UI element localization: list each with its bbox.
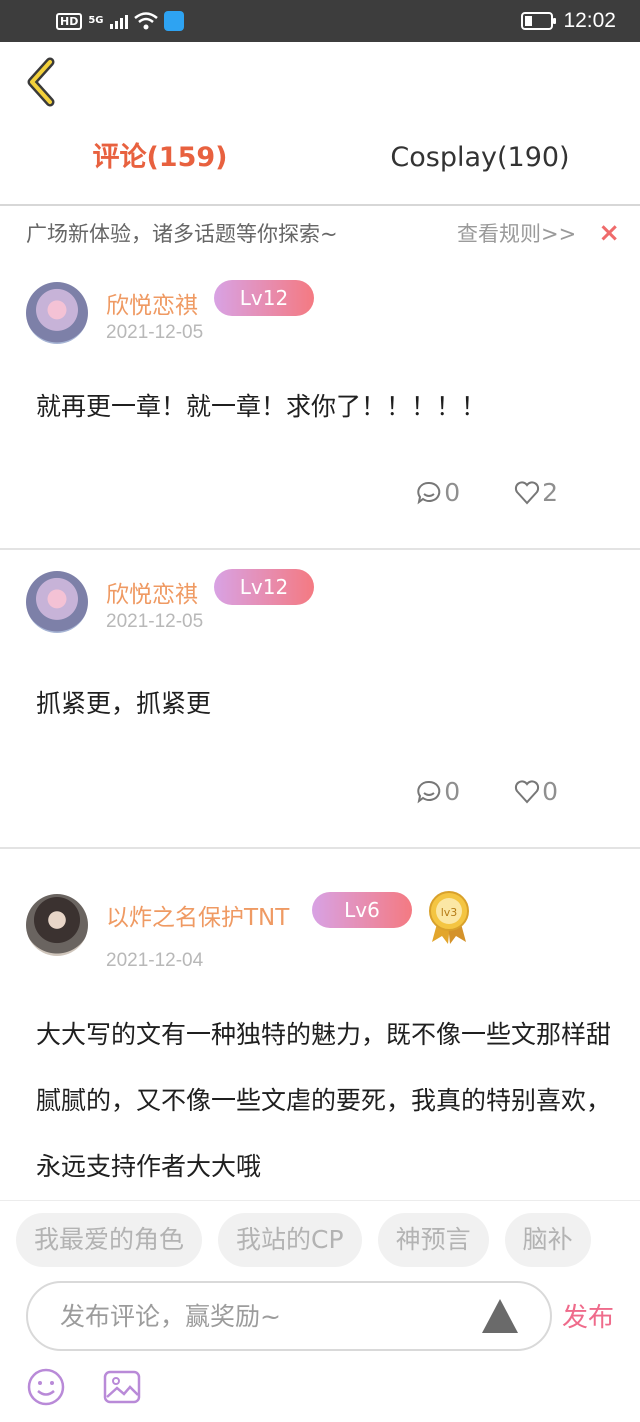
comment-text: 就再更一章！就一章！求你了！！！！！: [36, 392, 487, 421]
comment-date: 2021-12-04: [106, 950, 204, 971]
level-badge: Lv12: [214, 569, 314, 605]
topic-chip[interactable]: 我最爱的角色: [16, 1213, 203, 1267]
comment-text: 大大写的文有一种独特的魅力，既不像一些文那样甜腻腻的，又不像一些文虐的要死，我真…: [36, 1020, 612, 1181]
level-badge: Lv12: [214, 280, 314, 316]
medal-label: lv3: [441, 906, 458, 919]
comment-text: 抓紧更，抓紧更: [36, 689, 212, 718]
comment-item: 欣悦恋祺 Lv12 2021-12-05 就再更一章！就一章！求你了！！！！！ …: [0, 262, 640, 550]
network-type: 5G: [88, 15, 104, 26]
reply-button[interactable]: 0: [416, 777, 460, 806]
comment-item: 欣悦恋祺 Lv12 2021-12-05 抓紧更，抓紧更 0 0: [0, 551, 640, 849]
emoji-icon[interactable]: [26, 1367, 66, 1407]
wifi-icon: [133, 12, 158, 30]
tab-cosplay[interactable]: Cosplay(190): [320, 128, 640, 190]
topic-chip[interactable]: 我站的CP: [218, 1213, 362, 1267]
level-badge: Lv6: [312, 892, 412, 928]
comment-input[interactable]: [60, 1283, 480, 1349]
topic-chip[interactable]: 神预言: [377, 1213, 489, 1267]
comment-bubble-icon: [417, 780, 441, 803]
clock: 12:02: [563, 9, 616, 32]
hd-indicator: HD: [56, 12, 83, 30]
like-count: 0: [542, 777, 558, 806]
notice-text: 广场新体验，诸多话题等你探索~: [26, 222, 338, 246]
comment-actions: 0 2: [416, 478, 558, 507]
status-bar: HD 5G 12:02: [0, 0, 640, 42]
notice-bar: 广场新体验，诸多话题等你探索~ 查看规则>> ×: [0, 207, 640, 259]
security-shield-icon: [163, 11, 184, 31]
reply-count: 0: [444, 478, 461, 507]
heart-icon: [515, 480, 540, 504]
expand-triangle-icon[interactable]: [482, 1299, 518, 1333]
heart-icon: [515, 779, 540, 803]
comment-input-box: [26, 1281, 552, 1351]
topic-chip[interactable]: 脑补: [504, 1213, 591, 1267]
avatar[interactable]: [26, 894, 88, 956]
username[interactable]: 以炸之名保护TNT: [106, 898, 289, 932]
image-icon[interactable]: [102, 1367, 142, 1407]
composer-bar: 我最爱的角色 我站的CP 神预言 脑补 发布: [0, 1200, 640, 1422]
avatar[interactable]: [26, 571, 88, 633]
reply-count: 0: [444, 777, 461, 806]
comment-page: { "status_bar": { "hd": "HD", "network":…: [0, 0, 640, 1422]
tab-bar: 评论(159) Cosplay(190): [0, 128, 640, 190]
battery-icon: [521, 12, 557, 30]
username[interactable]: 欣悦恋祺: [106, 286, 198, 320]
reply-button[interactable]: 0: [416, 478, 460, 507]
view-rules-link[interactable]: 查看规则>>: [457, 218, 576, 248]
signal-icon: [109, 13, 128, 29]
comment-date: 2021-12-05: [106, 322, 204, 343]
like-button[interactable]: 0: [514, 777, 558, 806]
medal-icon: lv3: [429, 891, 469, 944]
topic-chips: 我最爱的角色 我站的CP 神预言 脑补: [16, 1213, 591, 1267]
tab-divider: [0, 204, 640, 206]
comment-bubble-icon: [417, 481, 441, 504]
username[interactable]: 欣悦恋祺: [106, 575, 198, 609]
close-icon[interactable]: ×: [598, 220, 620, 246]
like-count: 2: [542, 478, 558, 507]
like-button[interactable]: 2: [514, 478, 558, 507]
publish-button[interactable]: 发布: [562, 1297, 614, 1334]
comment-date: 2021-12-05: [106, 611, 204, 632]
comment-item: 以炸之名保护TNT Lv6 lv3 2021-12-04 大大写的文有一种独特的…: [0, 850, 640, 1200]
back-arrow-icon[interactable]: [22, 56, 62, 108]
avatar[interactable]: [26, 282, 88, 344]
comment-actions: 0 0: [416, 777, 558, 806]
tab-comments[interactable]: 评论(159): [0, 128, 320, 190]
